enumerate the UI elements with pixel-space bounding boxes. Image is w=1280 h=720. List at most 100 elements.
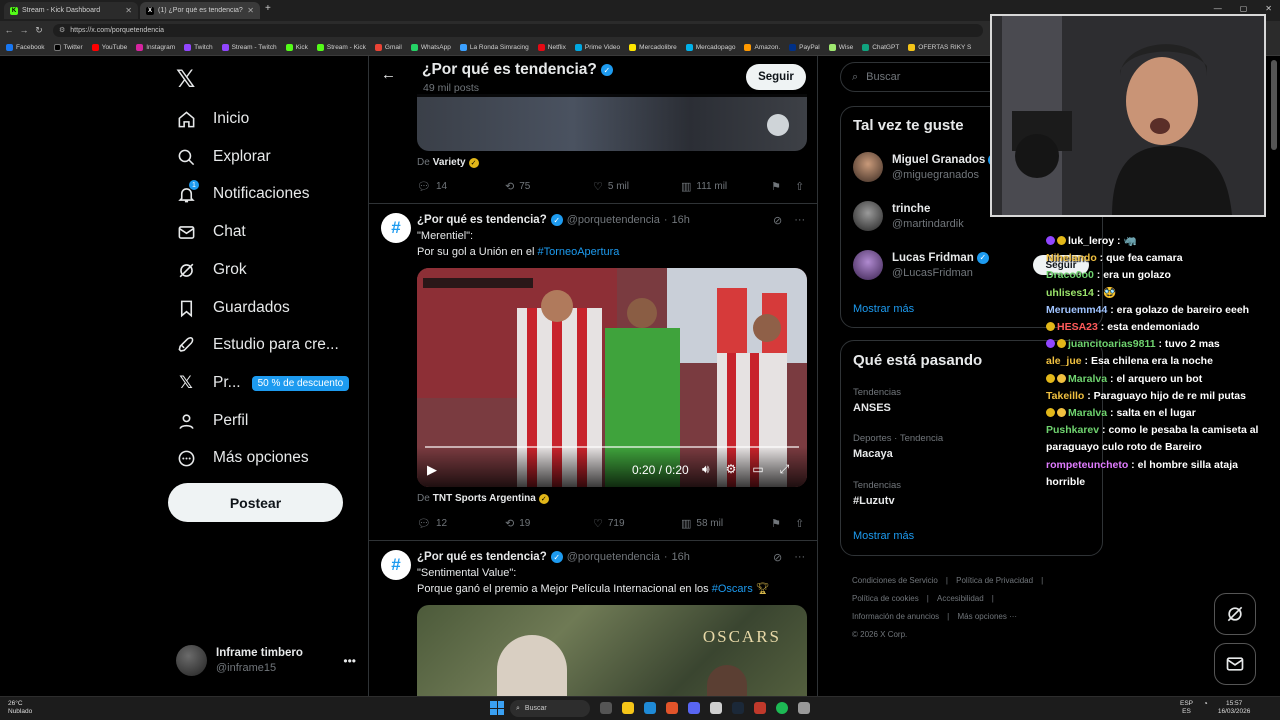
bookmark-item[interactable]: Amazon.	[744, 43, 780, 51]
bookmark-item[interactable]: Instagram	[136, 43, 175, 51]
trend-item[interactable]: Tendencias #Luzutv	[853, 480, 901, 507]
grok-icon[interactable]: ⊘	[773, 551, 782, 564]
steam-icon[interactable]	[732, 702, 744, 714]
discord-icon[interactable]	[688, 702, 700, 714]
bookmark-item[interactable]: Gmail	[374, 43, 402, 51]
post-image[interactable]: OSCARS	[417, 605, 807, 696]
reply-button[interactable]: 💬︎ 12	[417, 517, 505, 530]
task-view-icon[interactable]	[600, 702, 612, 714]
nav-item-home[interactable]: Inicio	[176, 104, 249, 134]
fullscreen-icon[interactable]: ⤢	[780, 462, 790, 477]
search-input[interactable]: ⌕ Buscar	[840, 62, 1005, 92]
maximize-icon[interactable]: ▢	[1240, 4, 1248, 13]
nav-item-bookmarks[interactable]: Guardados	[176, 293, 290, 323]
more-dots-icon[interactable]: ···	[794, 214, 805, 227]
repost-button[interactable]: ⟲ 75	[505, 180, 593, 193]
bookmark-item[interactable]: Kick	[285, 43, 308, 51]
bookmark-button[interactable]: ⚑	[771, 517, 795, 530]
play-icon[interactable]: ▶	[427, 462, 437, 478]
trend-item[interactable]: Deportes · Tendencia Macaya	[853, 433, 943, 460]
share-button[interactable]: ⇧	[795, 517, 804, 530]
post-avatar[interactable]: #	[381, 550, 411, 580]
bookmark-item[interactable]: PayPal	[789, 43, 820, 51]
x-logo-icon[interactable]: 𝕏	[176, 65, 195, 94]
account-switcher[interactable]: Inframe timbero @inframe15 •••	[176, 645, 356, 676]
like-button[interactable]: ♡ 719	[593, 517, 681, 530]
show-more-link[interactable]: Mostrar más	[853, 530, 914, 542]
reply-button[interactable]: 💬︎ 14	[417, 180, 505, 193]
weather-widget[interactable]: 26°C Nublado	[8, 700, 32, 716]
suggestion-item[interactable]: trinche @martindardik	[853, 201, 964, 231]
file-explorer-icon[interactable]	[622, 702, 634, 714]
app-icon[interactable]	[798, 702, 810, 714]
post-author[interactable]: ¿Por qué es tendencia?	[417, 551, 547, 563]
footer-link[interactable]: Información de anuncios	[852, 612, 939, 621]
close-icon[interactable]: ✕	[247, 6, 254, 15]
new-tab-icon[interactable]: +	[265, 3, 271, 14]
footer-link[interactable]: Accesibilidad	[937, 594, 984, 603]
like-button[interactable]: ♡ 5 mil	[593, 180, 681, 193]
close-icon[interactable]: ✕	[125, 6, 132, 15]
reload-icon[interactable]: ↻	[33, 25, 45, 36]
back-arrow-icon[interactable]: ←	[381, 66, 396, 83]
close-window-icon[interactable]: ✕	[1265, 4, 1272, 13]
pip-icon[interactable]: ▭	[752, 462, 763, 477]
chrome-icon[interactable]	[666, 702, 678, 714]
taskbar-search[interactable]: ⌕ Buscar	[510, 700, 590, 717]
post-handle[interactable]: @porquetendencia	[567, 214, 660, 226]
settings-icon[interactable]: ⚙	[726, 462, 737, 477]
grok-fab-button[interactable]	[1214, 593, 1256, 635]
back-icon[interactable]: ←	[3, 25, 15, 35]
bookmark-item[interactable]: WhatsApp	[410, 43, 451, 51]
post-handle[interactable]: @porquetendencia	[567, 551, 660, 563]
windows-start-icon[interactable]	[490, 701, 504, 715]
volume-icon[interactable]: 🔊︎	[702, 462, 710, 477]
views-button[interactable]: ▥ 111 mil	[681, 180, 771, 193]
footer-link[interactable]: Condiciones de Servicio	[852, 576, 938, 585]
share-button[interactable]: ⇧	[795, 180, 804, 193]
repost-button[interactable]: ⟲ 19	[505, 517, 593, 530]
messages-fab-button[interactable]	[1214, 643, 1256, 685]
video-progress[interactable]	[425, 446, 799, 448]
post-button[interactable]: Postear	[168, 483, 343, 522]
bookmark-item[interactable]: Prime Video	[574, 43, 620, 51]
hashtag-link[interactable]: #Oscars	[712, 583, 753, 595]
trend-item[interactable]: Tendencias ANSES	[853, 387, 901, 414]
post-author[interactable]: ¿Por qué es tendencia?	[417, 214, 547, 226]
bookmark-item[interactable]: Twitch	[184, 43, 213, 51]
bookmark-item[interactable]: Facebook	[6, 43, 45, 51]
clock[interactable]: 15:57 16/03/2026	[1218, 700, 1251, 716]
wifi-icon[interactable]: ◔	[1203, 700, 1208, 716]
browser-tab-x[interactable]: X (1) ¿Por qué es tendencia? (@porq ✕	[140, 2, 260, 19]
post-avatar[interactable]: #	[381, 213, 411, 243]
bookmark-item[interactable]: Netflix	[537, 43, 566, 51]
forward-icon[interactable]: →	[18, 25, 30, 35]
nav-item-chat[interactable]: Chat	[176, 217, 246, 247]
footer-link[interactable]: Política de cookies	[852, 594, 919, 603]
source-link[interactable]: TNT Sports Argentina	[433, 493, 536, 504]
source-link[interactable]: Variety	[433, 157, 466, 168]
more-dots-icon[interactable]: •••	[343, 654, 356, 668]
bookmark-item[interactable]: Wise	[828, 43, 853, 51]
video-player[interactable]: ▶ 0:20 / 0:20 🔊︎ ⚙ ▭ ⤢	[417, 268, 807, 487]
suggestion-item[interactable]: Miguel Granados✓ @miguegranados	[853, 152, 1001, 182]
bookmark-item[interactable]: Stream - Kick	[316, 43, 366, 51]
more-dots-icon[interactable]: ···	[794, 551, 805, 564]
nav-item-more[interactable]: Más opciones	[176, 443, 309, 473]
nav-item-notifications[interactable]: 1 Notificaciones	[176, 179, 310, 209]
nav-item-explore[interactable]: Explorar	[176, 142, 271, 172]
browser-tab-kick[interactable]: K Stream - Kick Dashboard ✕	[4, 2, 138, 19]
site-info-icon[interactable]: ⚙	[59, 26, 65, 34]
bookmark-item[interactable]: OFERTAS RIKY S	[908, 43, 971, 51]
bookmark-item[interactable]: YouTube	[91, 43, 127, 51]
nav-item-premium[interactable]: 𝕏 Pr... 50 % de descuento	[176, 368, 350, 398]
nav-item-grok[interactable]: Grok	[176, 255, 247, 285]
nav-item-profile[interactable]: Perfil	[176, 406, 248, 436]
language-indicator[interactable]: ESP ES	[1180, 700, 1193, 716]
bookmark-item[interactable]: Mercadolibre	[629, 43, 677, 51]
spotify-icon[interactable]	[776, 702, 788, 714]
edge-icon[interactable]	[644, 702, 656, 714]
post-time[interactable]: 16h	[672, 551, 690, 563]
app-icon[interactable]	[754, 702, 766, 714]
footer-link[interactable]: Política de Privacidad	[956, 576, 1033, 585]
